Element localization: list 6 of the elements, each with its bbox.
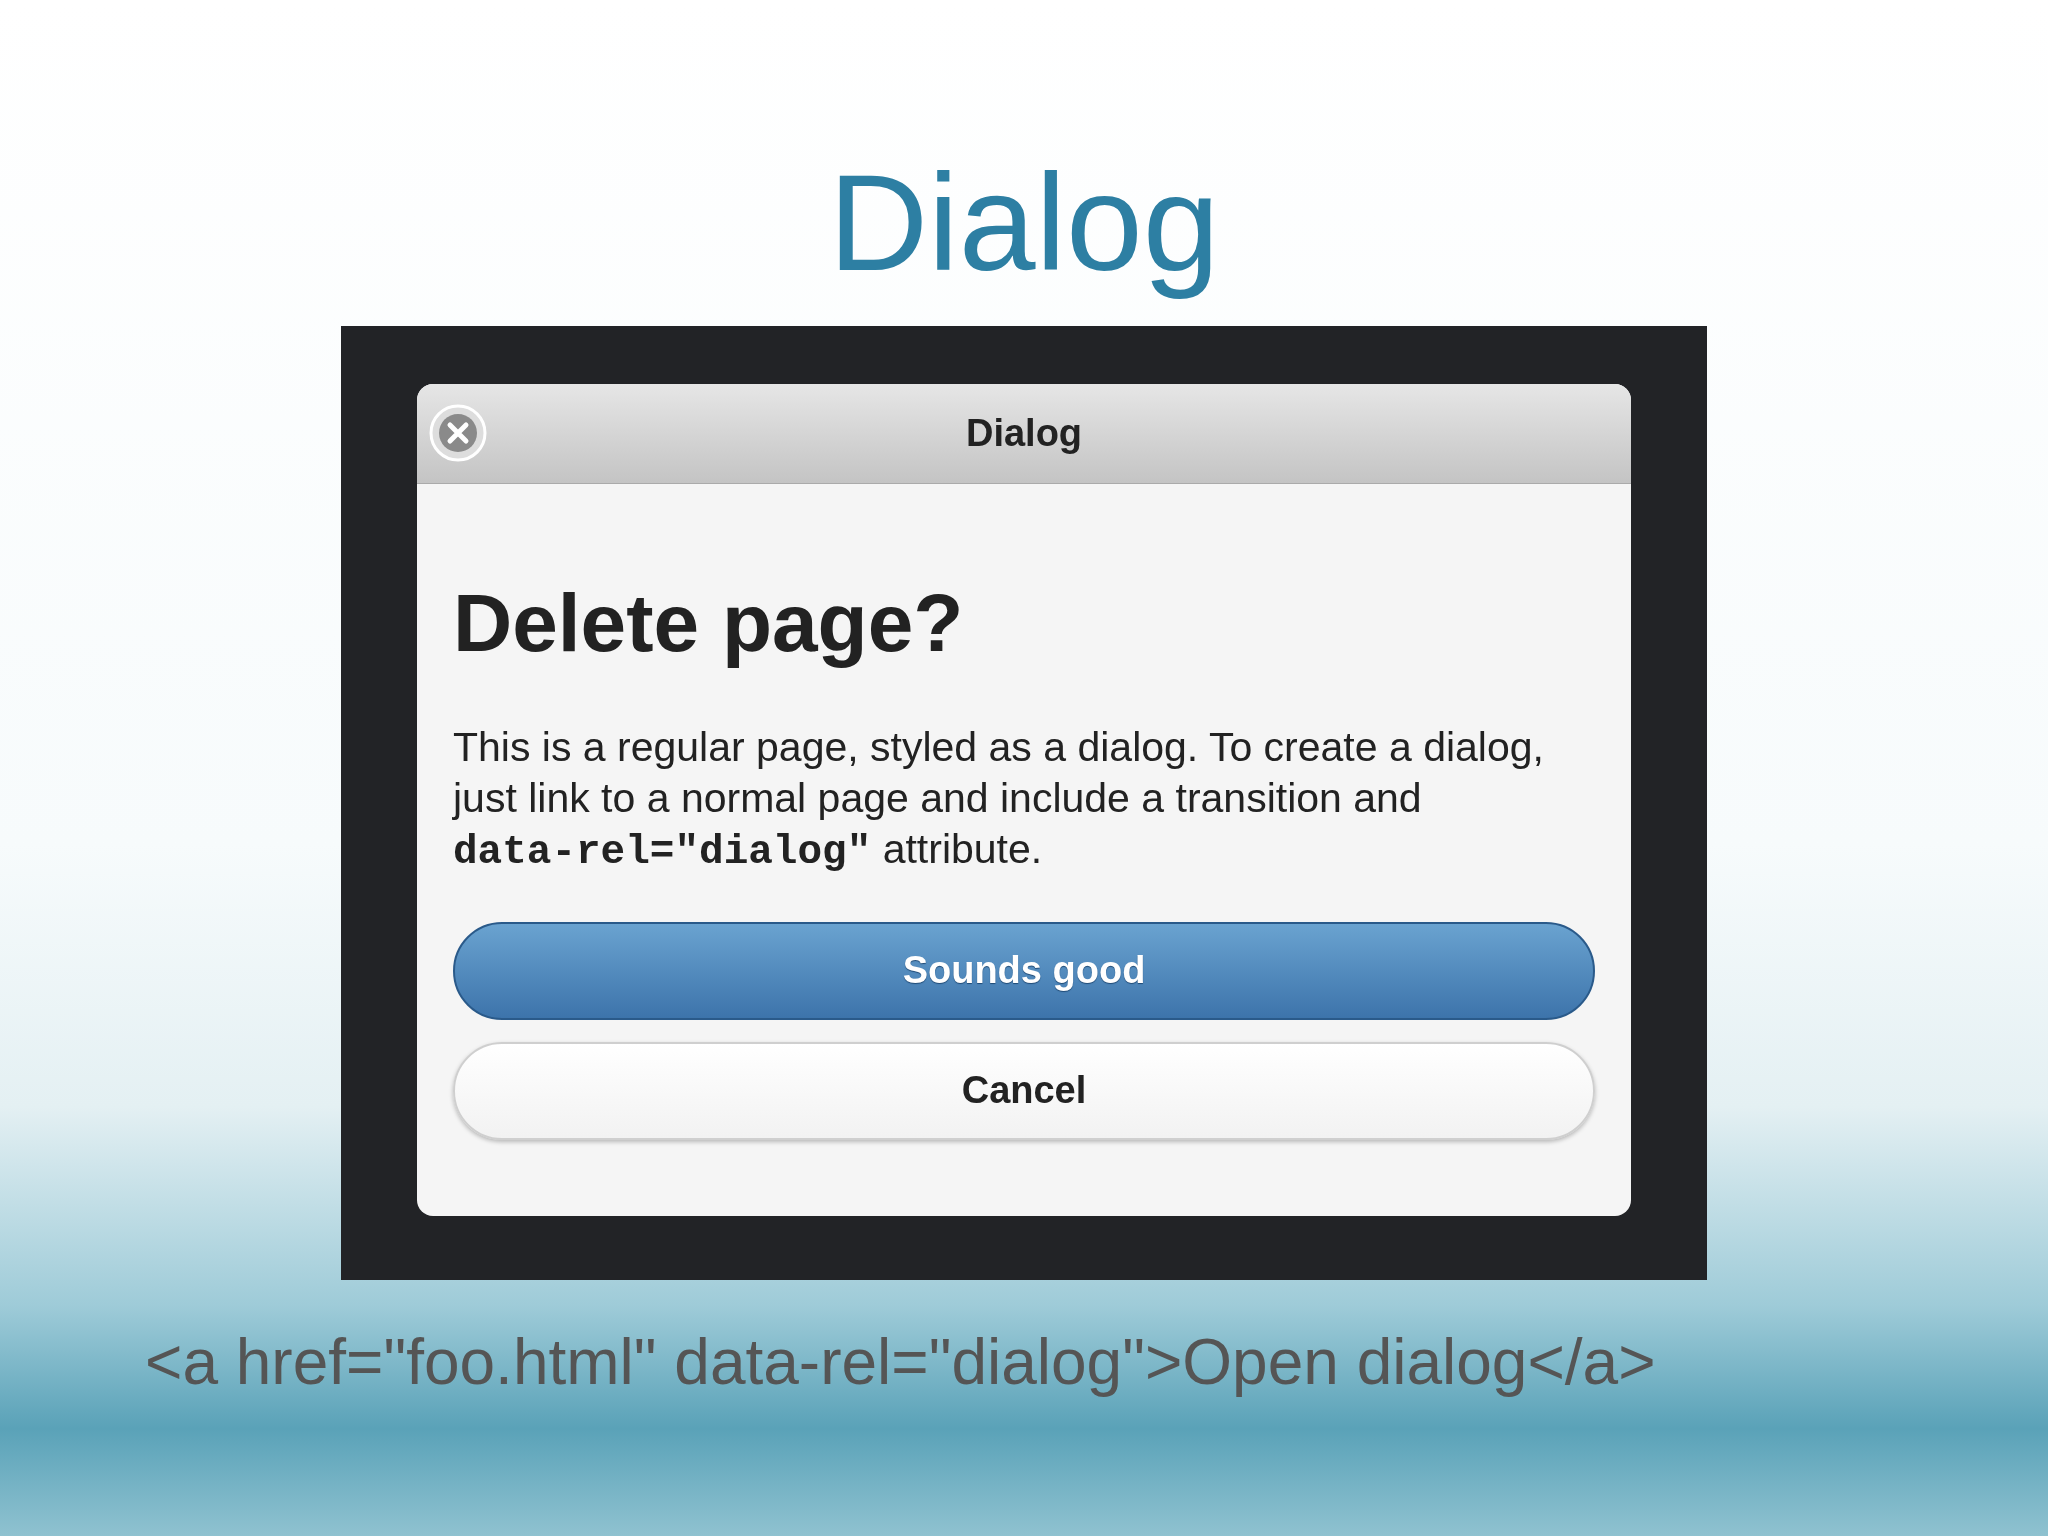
dialog-message: This is a regular page, styled as a dialog. To create a dialog, just link to a normal page and include a transition and data-rel="dialog" attribute. bbox=[453, 722, 1545, 877]
cancel-button[interactable]: Cancel bbox=[453, 1041, 1595, 1140]
dialog-title: Dialog bbox=[965, 410, 1083, 456]
slide-title: Dialog bbox=[828, 144, 1220, 301]
confirm-button[interactable]: Sounds good bbox=[453, 921, 1595, 1020]
close-icon[interactable] bbox=[429, 403, 487, 462]
